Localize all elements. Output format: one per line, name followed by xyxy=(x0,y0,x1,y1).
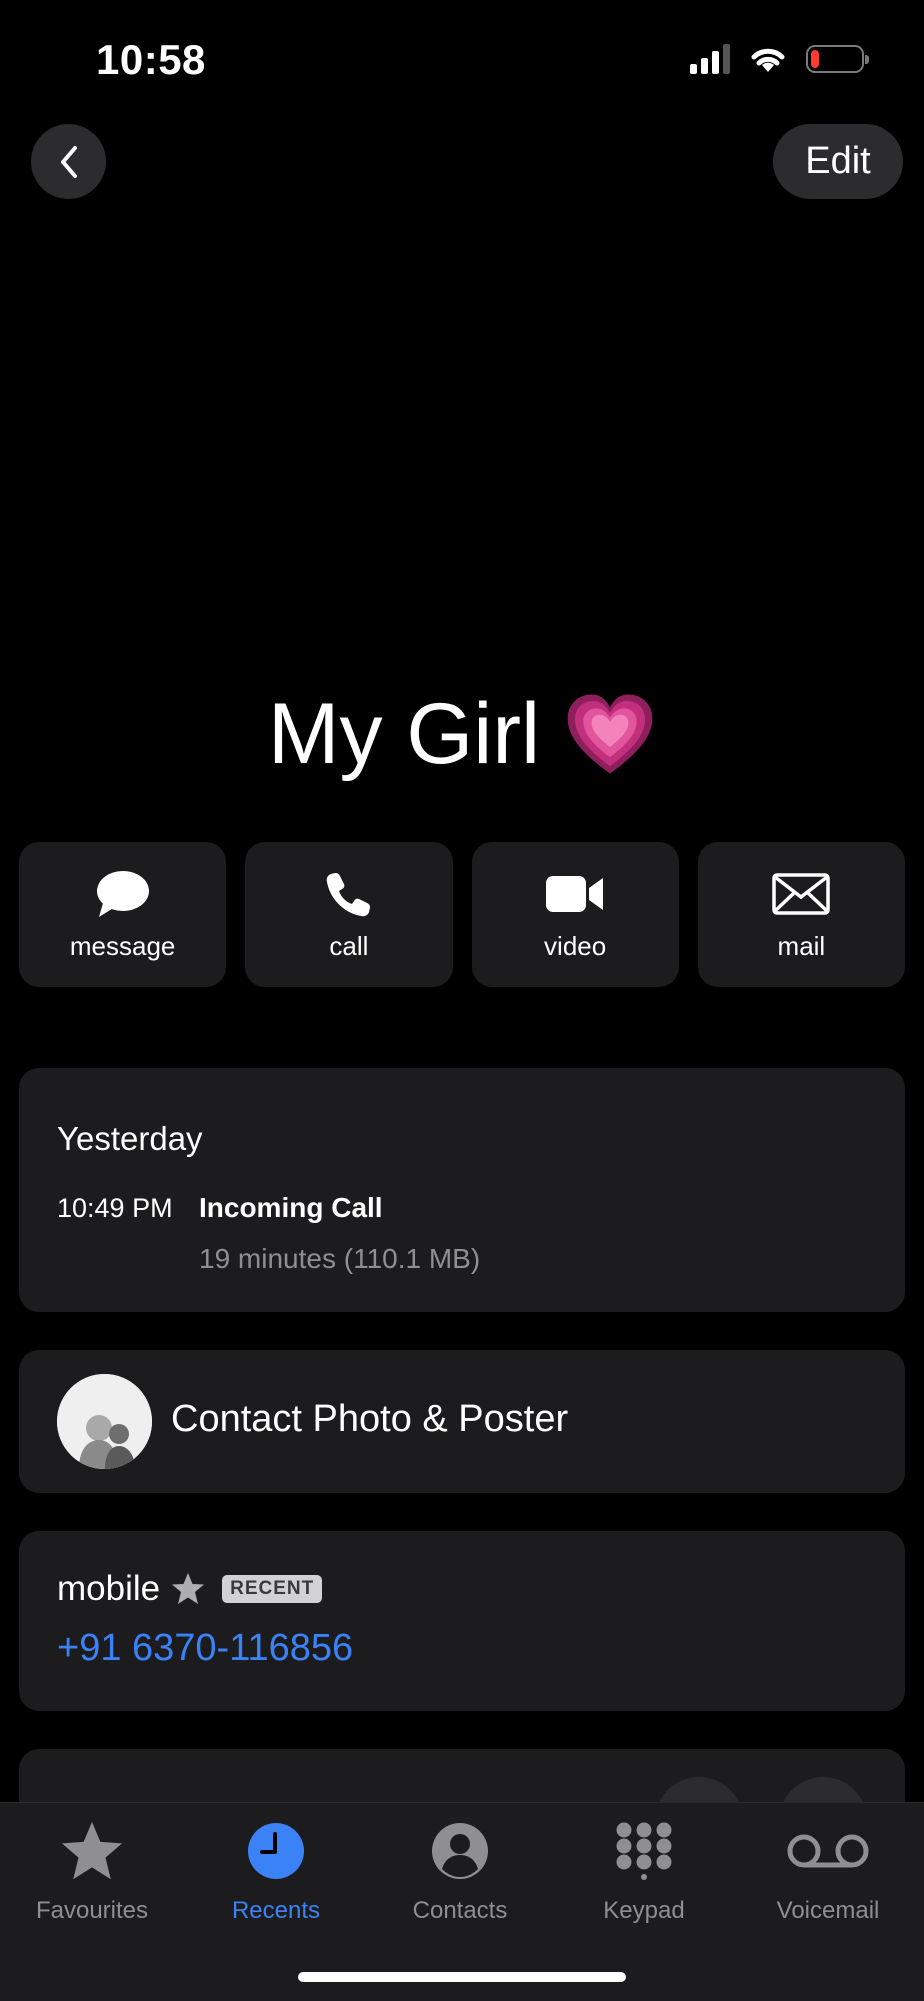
call-history-card: Yesterday 10:49 PM Incoming Call 19 minu… xyxy=(19,1068,905,1312)
tab-contacts[interactable]: Contacts xyxy=(368,1819,552,1925)
avatar xyxy=(57,1374,152,1469)
clock-icon xyxy=(248,1823,304,1879)
tab-favourites-label: Favourites xyxy=(35,1897,149,1924)
status-time: 10:58 xyxy=(96,36,206,83)
tab-contacts-label: Contacts xyxy=(412,1897,508,1924)
history-day: Yesterday xyxy=(57,1120,203,1157)
growing-heart-emoji-icon xyxy=(567,694,653,774)
home-indicator[interactable] xyxy=(298,1972,626,1982)
contact-name-row: My Girl xyxy=(0,685,924,784)
recent-badge: RECENT xyxy=(222,1575,323,1603)
contact-name: My Girl xyxy=(267,686,541,782)
call-time: 10:49 PM xyxy=(57,1193,173,1223)
mail-label: mail xyxy=(777,931,826,961)
battery-icon xyxy=(806,45,869,73)
mail-button[interactable]: mail xyxy=(697,842,905,987)
edit-button[interactable]: Edit xyxy=(773,124,903,199)
keypad-icon xyxy=(616,1822,672,1880)
tab-keypad[interactable]: Keypad xyxy=(552,1819,736,1925)
tab-voicemail[interactable]: Voicemail xyxy=(736,1819,920,1925)
tab-favourites[interactable]: Favourites xyxy=(0,1819,184,1925)
action-buttons: message call video mail xyxy=(19,842,905,987)
phone-type-row: mobile RECENT xyxy=(57,1569,323,1609)
cellular-signal-icon xyxy=(690,44,730,74)
wifi-icon xyxy=(751,48,785,72)
status-icons xyxy=(690,44,869,74)
message-button[interactable]: message xyxy=(19,842,227,987)
phone-icon xyxy=(326,873,370,917)
star-icon xyxy=(61,1821,123,1880)
video-button[interactable]: video xyxy=(471,842,679,987)
message-bubble-icon xyxy=(96,871,149,917)
contact-photo-poster-label: Contact Photo & Poster xyxy=(171,1398,569,1440)
phone-type-label: mobile xyxy=(57,1569,161,1608)
star-icon xyxy=(172,1573,205,1604)
video-label: video xyxy=(544,931,607,961)
call-label: call xyxy=(329,931,369,961)
call-button[interactable]: call xyxy=(245,842,453,987)
call-type: Incoming Call xyxy=(199,1192,383,1223)
tab-recents-label: Recents xyxy=(231,1897,321,1924)
envelope-icon xyxy=(772,873,831,915)
voicemail-icon xyxy=(787,1834,869,1868)
call-duration: 19 minutes (110.1 MB) xyxy=(199,1243,481,1274)
phone-number-link[interactable]: +91 6370-116856 xyxy=(57,1627,353,1670)
tab-voicemail-label: Voicemail xyxy=(776,1897,880,1924)
chevron-left-icon xyxy=(60,145,77,178)
contact-photo-poster-row[interactable]: Contact Photo & Poster xyxy=(19,1350,905,1493)
avatar-photo-icon xyxy=(57,1374,152,1469)
tab-recents[interactable]: Recents xyxy=(184,1819,368,1925)
tab-keypad-label: Keypad xyxy=(603,1897,685,1924)
person-circle-icon xyxy=(432,1823,488,1879)
phone-number-card: mobile RECENT +91 6370-116856 xyxy=(19,1531,905,1711)
message-label: message xyxy=(69,931,176,961)
video-camera-icon xyxy=(546,876,604,912)
back-button[interactable] xyxy=(31,124,106,199)
